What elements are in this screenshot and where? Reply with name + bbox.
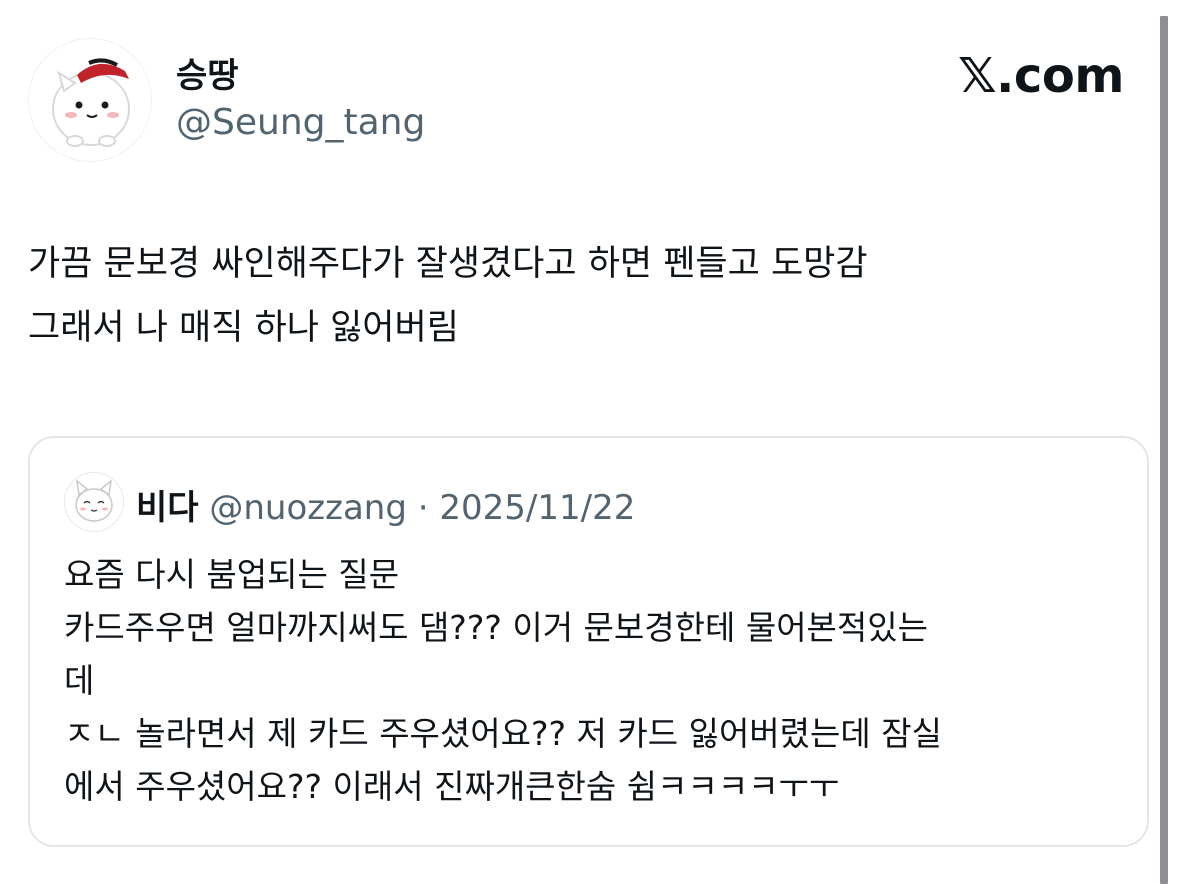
author-handle[interactable]: @Seung_tang	[176, 102, 425, 143]
tweet-screenshot: 승땅 @Seung_tang 𝕏.com 가끔 문보경 싸인해주다가 잘생겼다고…	[0, 0, 1179, 884]
scrollbar[interactable]	[1160, 16, 1168, 884]
quote-separator: ·	[417, 488, 429, 528]
quote-line: 데	[64, 661, 95, 700]
quote-line: ㅈㄴ 놀라면서 제 카드 주우셨어요?? 저 카드 잃어버렸는데 잠실	[64, 714, 942, 753]
quote-line: 요즘 다시 붐업되는 질문	[64, 555, 400, 594]
quote-display-name[interactable]: 비다	[136, 488, 199, 528]
tweet-line: 가끔 문보경 싸인해주다가 잘생겼다고 하면 펜들고 도망감	[28, 244, 868, 284]
quote-author-avatar-icon[interactable]	[64, 472, 124, 532]
quote-handle[interactable]: @nuozzang	[209, 488, 407, 528]
quote-date[interactable]: 2025/11/22	[439, 488, 635, 528]
quote-line: 에서 주우셨어요?? 이래서 진짜개큰한숨 쉼ㅋㅋㅋㅋㅜㅜ	[64, 767, 840, 806]
author-avatar-icon[interactable]	[28, 38, 152, 162]
x-logo: 𝕏.com	[958, 48, 1124, 104]
quoted-tweet-card[interactable]: 비다 @nuozzang · 2025/11/22 요즘 다시 붐업되는 질문 …	[28, 436, 1149, 847]
quote-header: 비다 @nuozzang · 2025/11/22	[136, 480, 635, 529]
quote-text: 요즘 다시 붐업되는 질문 카드주우면 얼마까지써도 댐??? 이거 문보경한테…	[64, 548, 1124, 813]
tweet-text: 가끔 문보경 싸인해주다가 잘생겼다고 하면 펜들고 도망감 그래서 나 매직 …	[28, 232, 1138, 360]
author-display-name[interactable]: 승땅	[176, 48, 239, 97]
tweet-line: 그래서 나 매직 하나 잃어버림	[28, 308, 459, 348]
quote-line: 카드주우면 얼마까지써도 댐??? 이거 문보경한테 물어본적있는	[64, 608, 928, 647]
